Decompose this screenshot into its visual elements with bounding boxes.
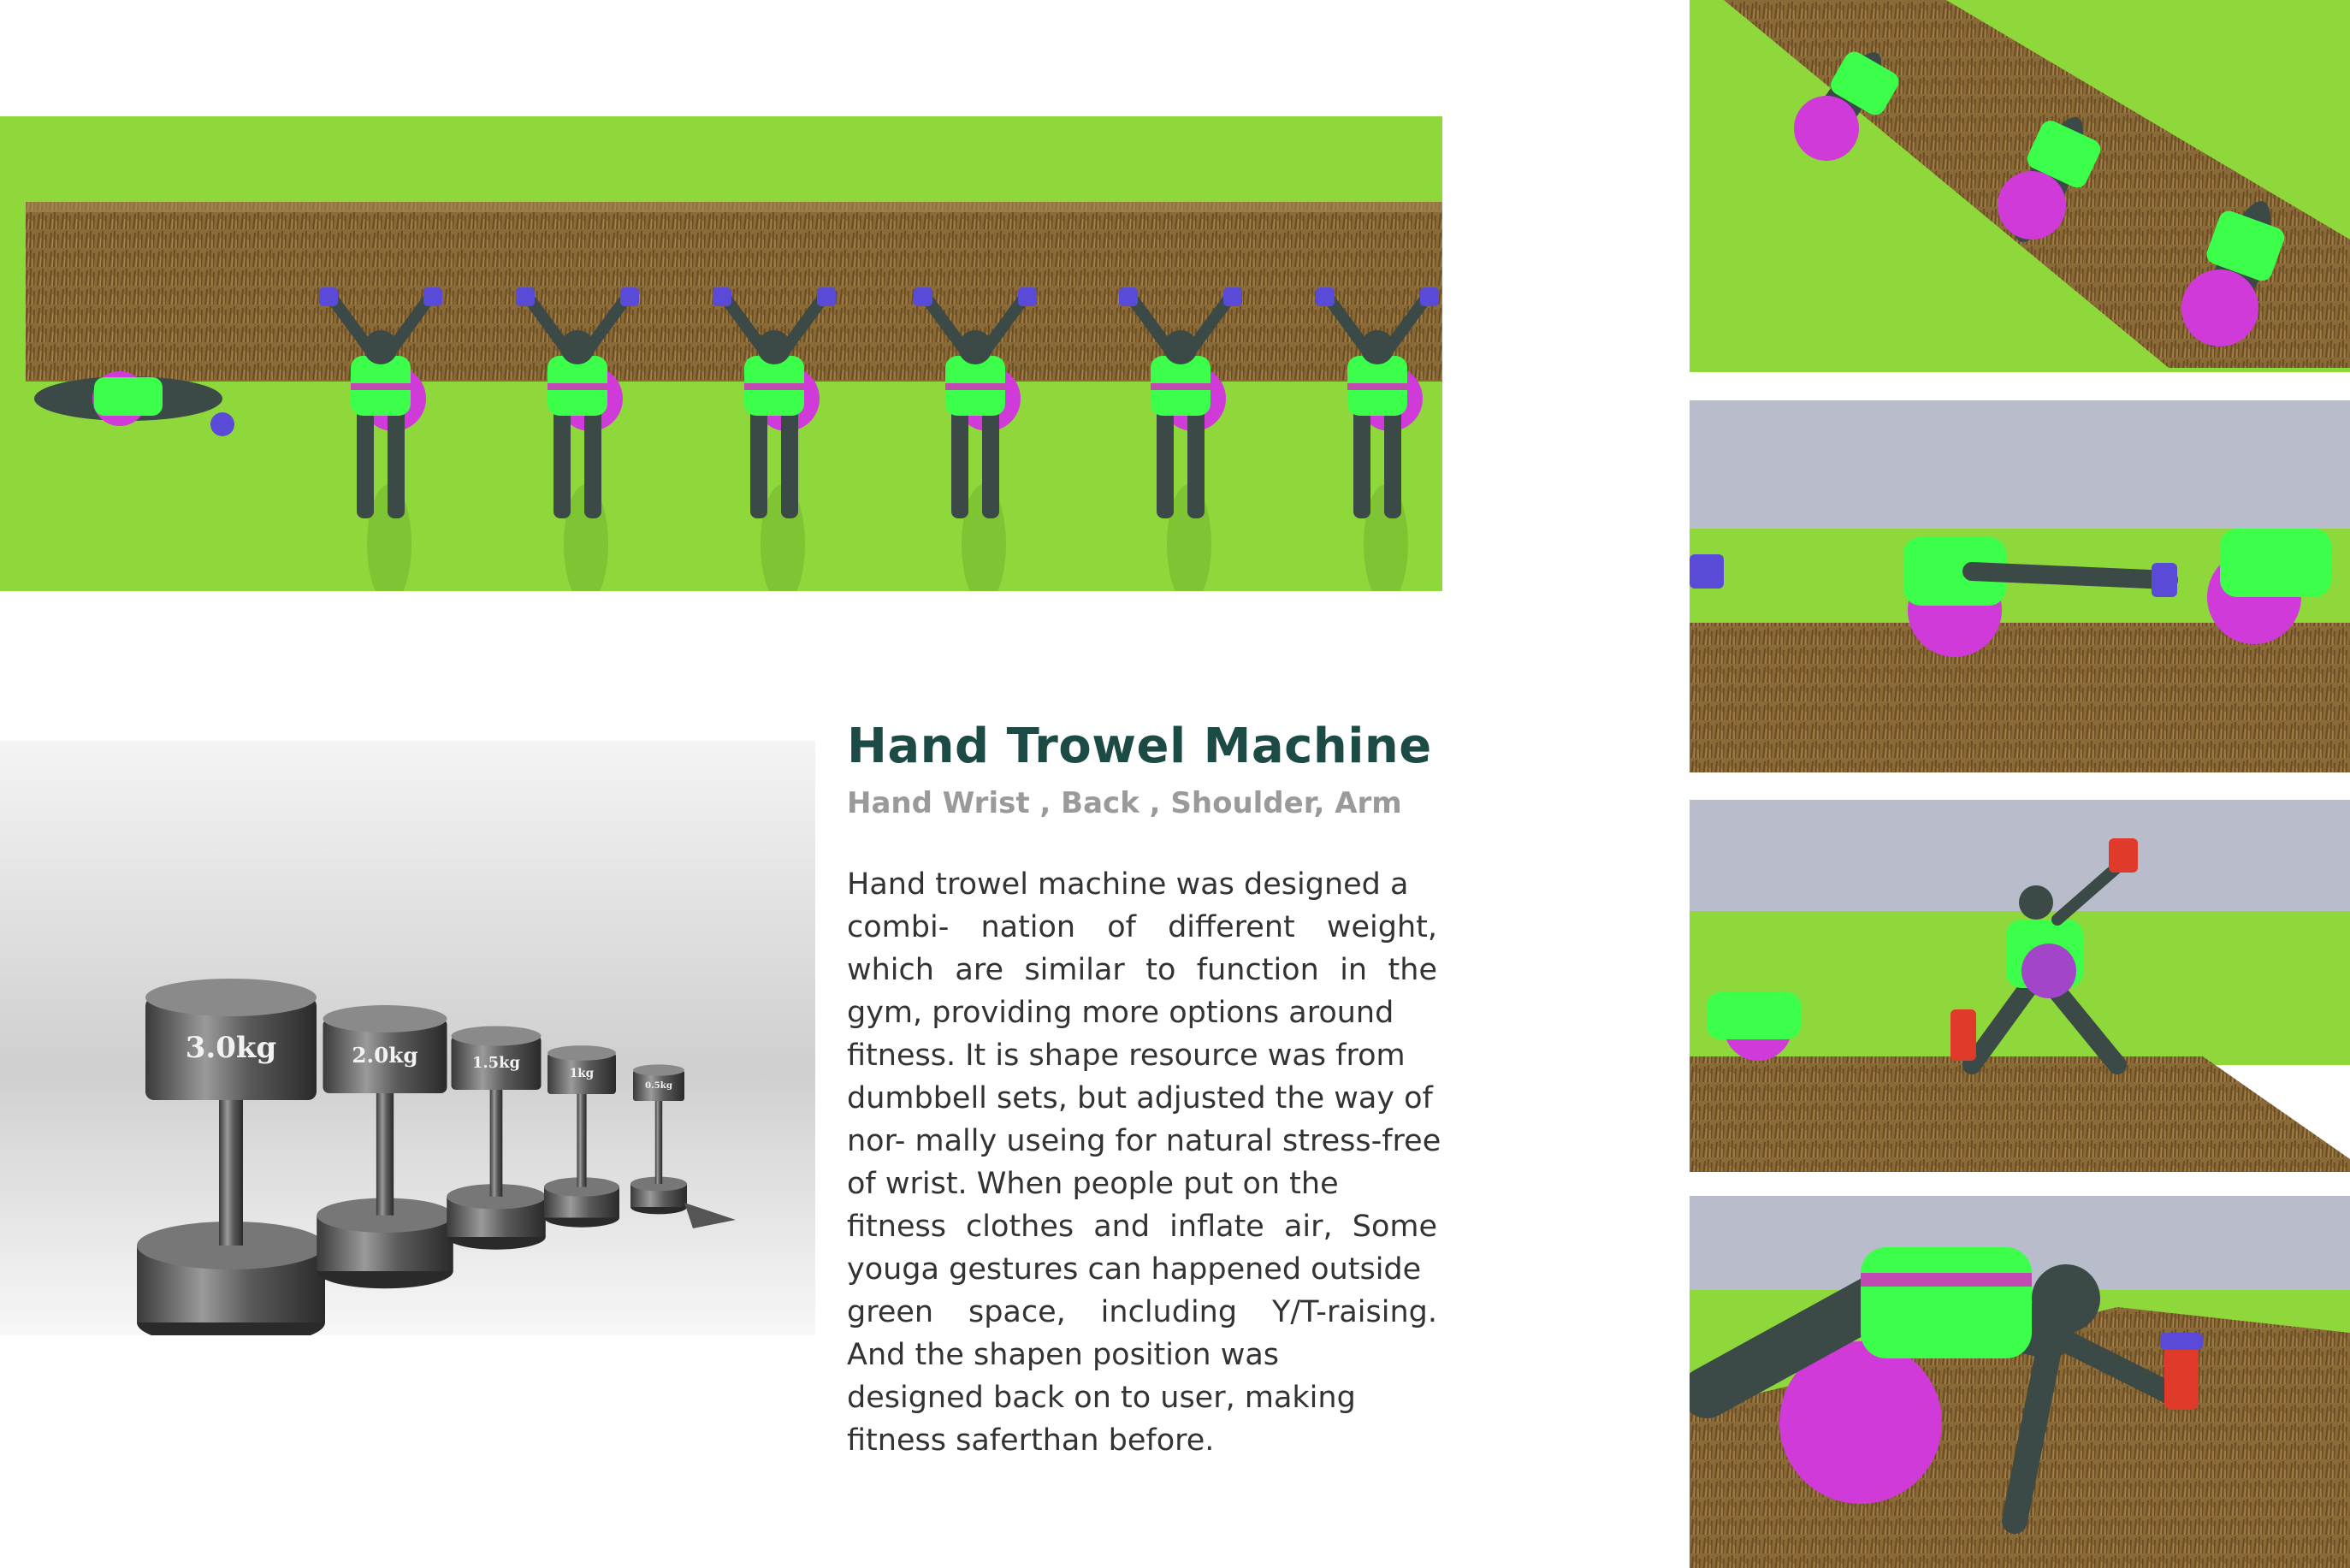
description-line: of wrist. When people put on the (847, 1167, 1339, 1201)
render-dumbbell-set: 3.0kg 2.0kg 1.5kg 1kg 0.5kg (0, 741, 815, 1335)
description-line: combi- nation of different weight, (847, 910, 1437, 944)
description-line: And the shapen position was (847, 1338, 1280, 1372)
description-line: fitness clothes and inflate air, Some (847, 1210, 1437, 1244)
render-side-closeup (1690, 1196, 2350, 1568)
description-line: designed back on to user, making (847, 1381, 1356, 1415)
page-title: Hand Trowel Machine (847, 719, 1432, 774)
description-line: green space, including Y/T-raising. (847, 1295, 1437, 1329)
description-line: gym, providing more options around (847, 996, 1394, 1030)
weight-label: 0.5kg (645, 1080, 672, 1091)
description-line: which are similar to function in the (847, 953, 1437, 987)
weight-label: 2.0kg (352, 1043, 417, 1068)
description-line: fitness. It is shape resource was from (847, 1038, 1406, 1073)
description-line: fitness saferthan before. (847, 1423, 1215, 1458)
description-block: Hand Trowel Machine Hand Wrist , Back , … (847, 719, 1441, 1462)
weight-label: 3.0kg (186, 1031, 276, 1065)
weight-label: 1.5kg (472, 1054, 520, 1072)
description-line: Hand trowel machine was designed a (847, 867, 1409, 902)
weight-label: 1kg (570, 1067, 595, 1080)
description-line: nor- mally useing for natural stress-fre… (847, 1124, 1441, 1158)
render-aerial-view (0, 116, 1442, 591)
page-subtitle: Hand Wrist , Back , Shoulder, Arm (847, 786, 1402, 820)
render-side-ground (1690, 400, 2350, 772)
render-side-aerial (1690, 0, 2350, 372)
description-line: dumbbell sets, but adjusted the way of (847, 1081, 1433, 1115)
render-side-pose (1690, 800, 2350, 1172)
description-line: youga gestures can happened outside (847, 1252, 1422, 1287)
description-text: Hand trowel machine was designed a combi… (847, 863, 1441, 1462)
